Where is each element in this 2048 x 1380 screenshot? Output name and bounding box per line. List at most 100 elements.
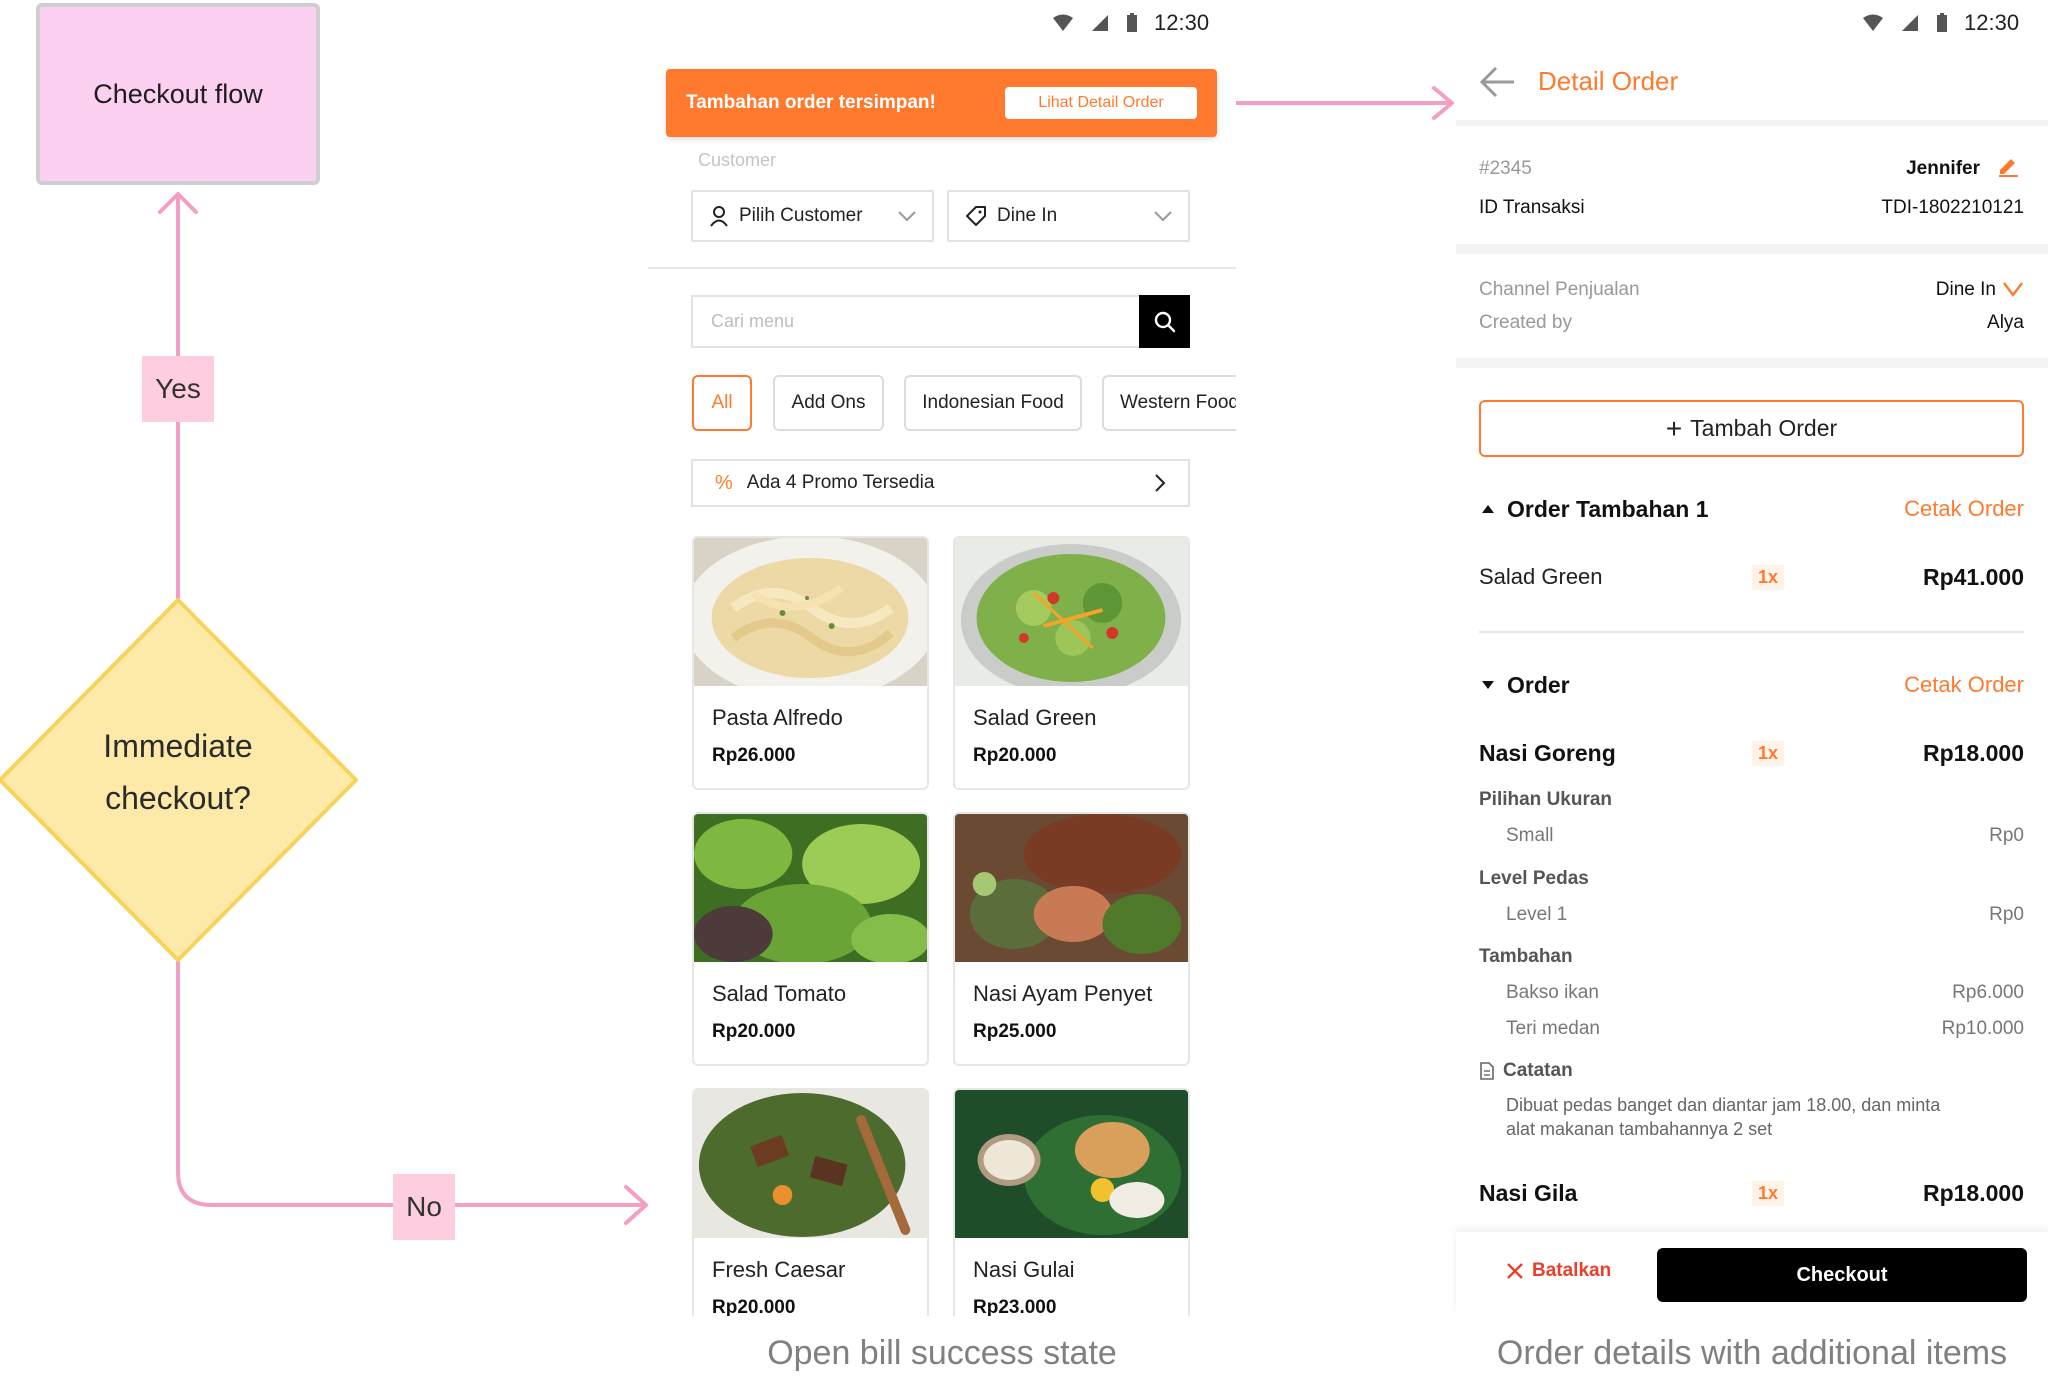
battery-icon — [1937, 13, 1947, 32]
chip-western-food[interactable]: Western Food — [1102, 375, 1236, 431]
nasi-gulai-photo — [955, 1090, 1188, 1238]
tag-icon — [966, 206, 986, 226]
salad-green-photo — [955, 538, 1188, 696]
note-label: Catatan — [1503, 1060, 1573, 1081]
extra-item-qty: 1x — [1752, 565, 1785, 590]
status-time-2: 12:30 — [1964, 10, 2020, 35]
add-order-button[interactable]: + Tambah Order — [1479, 400, 2024, 457]
promo-text: Ada 4 Promo Tersedia — [746, 472, 935, 493]
menu-name: Pasta Alfredo — [712, 705, 843, 730]
menu-name: Nasi Gulai — [973, 1257, 1075, 1282]
checkout-button[interactable]: Checkout — [1657, 1248, 2027, 1302]
menu-price: Rp25.000 — [973, 1021, 1057, 1042]
extra-item-name: Salad Green — [1479, 564, 1603, 589]
chip-add-ons[interactable]: Add Ons — [773, 375, 884, 431]
extra-name: Bakso ikan — [1506, 982, 1599, 1003]
channel-value[interactable]: Dine In — [1880, 279, 1996, 301]
decision-node-label: Immediate checkout? — [103, 728, 253, 816]
item2-price: Rp18.000 — [1922, 1180, 2024, 1206]
item2-name: Nasi Gila — [1479, 1180, 1578, 1206]
caret-down-icon[interactable] — [1481, 680, 1495, 690]
print-order-link[interactable]: Cetak Order — [1850, 672, 2024, 698]
extras-label: Tambahan — [1479, 946, 1573, 967]
caret-up-icon[interactable] — [1481, 504, 1495, 514]
close-icon — [1507, 1263, 1523, 1279]
menu-price: Rp20.000 — [712, 1021, 796, 1042]
no-connector — [176, 960, 646, 1207]
caption-order-details: Order details with additional items — [1496, 1334, 2008, 1372]
nasi-ayam-penyet-photo — [955, 814, 1188, 962]
menu-name: Nasi Ayam Penyet — [973, 981, 1153, 1006]
chevron-down-icon[interactable] — [2002, 281, 2024, 297]
note-line-1: Dibuat pedas banget dan diantar jam 18.0… — [1506, 1095, 1941, 1115]
transaction-id: TDI-1802210121 — [1881, 197, 2024, 218]
menu-price: Rp26.000 — [712, 745, 796, 766]
chip-indonesian-food[interactable]: Indonesian Food — [904, 375, 1082, 431]
salad-tomato-photo — [694, 814, 927, 964]
wifi-icon — [1053, 14, 1073, 31]
start-node-label: Checkout flow — [93, 78, 263, 109]
section-divider — [1456, 244, 2048, 254]
toast-text: Tambahan order tersimpan! — [686, 92, 936, 113]
yes-label-text: Yes — [155, 373, 201, 404]
view-order-detail-button[interactable]: Lihat Detail Order — [1005, 87, 1197, 119]
menu-card-fresh-caesar[interactable]: Fresh Caesar Rp20.000 — [692, 1088, 929, 1316]
user-icon — [710, 206, 728, 227]
menu-card-nasi-gulai[interactable]: Nasi Gulai Rp23.000 — [953, 1088, 1190, 1316]
extra-item-price: Rp41.000 — [1922, 564, 2024, 590]
order-title: Order — [1507, 672, 1570, 698]
status-time-1: 12:30 — [1154, 10, 1210, 35]
search-button[interactable] — [1139, 295, 1190, 348]
transaction-label: ID Transaksi — [1479, 197, 1585, 218]
menu-card-pasta-alfredo[interactable]: Pasta Alfredo Rp26.000 — [692, 536, 929, 790]
extra-price: Rp10.000 — [1941, 1018, 2024, 1039]
customer-select[interactable]: Pilih Customer — [691, 190, 934, 242]
battery-icon — [1127, 13, 1137, 32]
created-by-label: Created by — [1479, 312, 1572, 333]
divider — [648, 267, 1236, 269]
pasta-photo — [694, 538, 927, 700]
item1-name: Nasi Goreng — [1479, 740, 1616, 766]
size-label: Pilihan Ukuran — [1479, 789, 1613, 810]
customer-name: Jennifer — [1906, 158, 1980, 179]
spice-label: Level Pedas — [1479, 868, 1589, 889]
promo-banner[interactable]: % Ada 4 Promo Tersedia — [691, 459, 1190, 507]
extra-order-title: Order Tambahan 1 — [1507, 496, 1709, 522]
yes-label: Yes — [142, 356, 214, 422]
note-icon — [1480, 1062, 1494, 1080]
spice-value: Level 1 — [1506, 904, 1568, 925]
search-icon — [1154, 311, 1175, 332]
print-extra-order-link[interactable]: Cetak Order — [1850, 496, 2024, 522]
category-chips: All Add Ons Indonesian Food Western Food — [648, 375, 1236, 435]
menu-card-salad-tomato[interactable]: Salad Tomato Rp20.000 — [692, 812, 929, 1066]
caption-open-bill: Open bill success state — [767, 1334, 1117, 1372]
menu-card-salad-green[interactable]: Salad Green Rp20.000 — [953, 536, 1190, 790]
start-node: Checkout flow — [36, 3, 320, 185]
item1-qty: 1x — [1752, 741, 1785, 766]
item2-qty: 1x — [1752, 1181, 1785, 1206]
no-label: No — [393, 1174, 455, 1240]
order-number: #2345 — [1479, 158, 1532, 179]
order-type-select[interactable]: Dine In — [947, 190, 1190, 242]
chip-all[interactable]: All — [692, 375, 752, 431]
add-order-label: Tambah Order — [1690, 415, 1838, 441]
page-title: Detail Order — [1538, 66, 1679, 96]
success-toast: Tambahan order tersimpan! Lihat Detail O… — [666, 69, 1217, 137]
menu-search-input[interactable]: Cari menu — [691, 295, 1190, 348]
header-shadow — [1456, 120, 2048, 126]
cancel-button[interactable]: Batalkan — [1506, 1260, 1611, 1282]
cancel-label: Batalkan — [1532, 1260, 1612, 1281]
customer-select-value: Pilih Customer — [739, 205, 863, 226]
edit-icon[interactable] — [1996, 154, 2020, 178]
no-label-text: No — [406, 1191, 442, 1222]
order-type-value: Dine In — [997, 205, 1058, 226]
menu-name: Salad Green — [973, 705, 1097, 730]
search-placeholder: Cari menu — [711, 311, 795, 331]
extra-price: Rp6.000 — [1952, 982, 2024, 1003]
spice-price: Rp0 — [1989, 904, 2024, 925]
menu-card-nasi-ayam-penyet[interactable]: Nasi Ayam Penyet Rp25.000 — [953, 812, 1190, 1066]
size-price: Rp0 — [1989, 825, 2024, 846]
percent-icon: % — [715, 471, 733, 494]
signal-icon — [1902, 15, 1918, 31]
back-arrow-icon[interactable] — [1478, 62, 1518, 102]
